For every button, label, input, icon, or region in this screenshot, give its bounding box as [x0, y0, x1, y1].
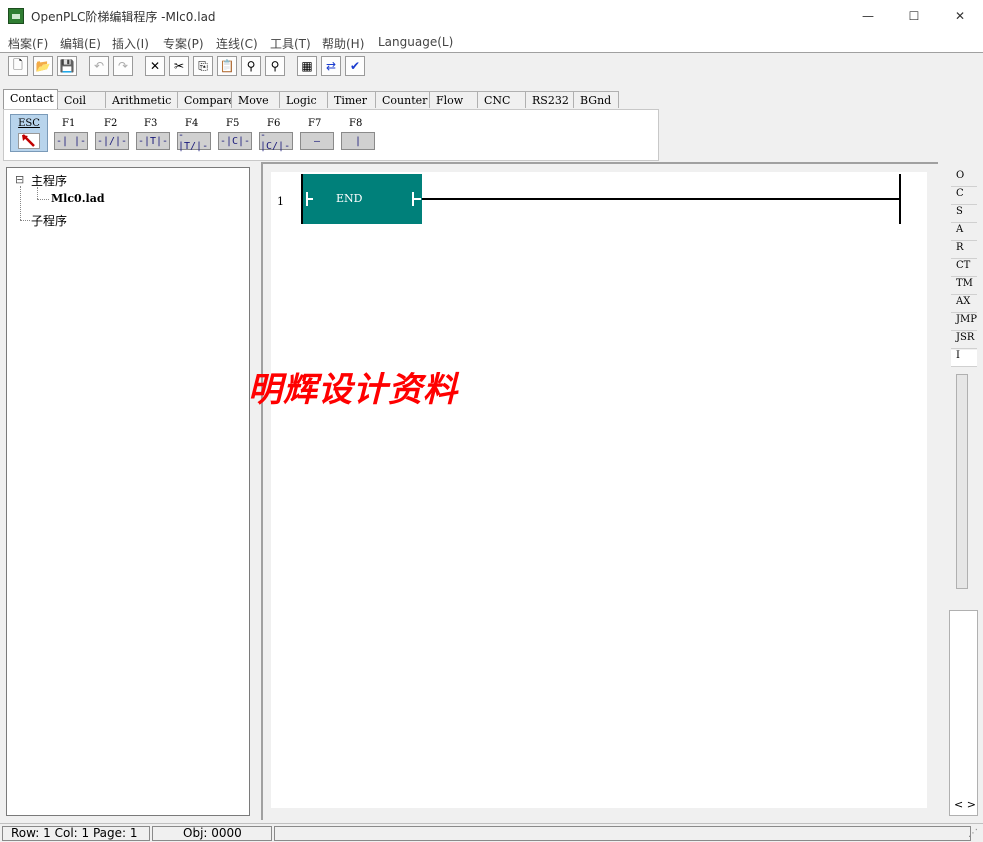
- tab-contact[interactable]: Contact: [3, 89, 58, 109]
- key-f1-label: F1: [62, 118, 76, 129]
- paste-icon[interactable]: 📋: [217, 56, 237, 76]
- menu-help[interactable]: 帮助(H): [322, 35, 364, 52]
- tree-connector: [37, 187, 39, 199]
- tab-bgnd[interactable]: BGnd: [573, 91, 619, 108]
- window-title: OpenPLC阶梯编辑程序 -Mlc0.lad: [31, 10, 216, 24]
- tree-item-main-file[interactable]: Mlc0.lad: [51, 192, 105, 205]
- side-item-c[interactable]: C: [951, 188, 977, 205]
- copy-icon[interactable]: ⎘: [193, 56, 213, 76]
- menu-insert[interactable]: 插入(I): [112, 35, 149, 52]
- status-position: Row: 1 Col: 1 Page: 1: [2, 826, 150, 841]
- tree-connector: [37, 199, 49, 201]
- rung-wire: [422, 198, 901, 200]
- menu-edit[interactable]: 编辑(E): [60, 35, 101, 52]
- horizontal-line-button[interactable]: —: [300, 132, 334, 150]
- compile-icon[interactable]: ▦: [297, 56, 317, 76]
- new-file-icon[interactable]: 🗋: [8, 56, 28, 76]
- side-item-jsr[interactable]: JSR: [951, 332, 977, 349]
- resize-grip-icon[interactable]: ⋰: [968, 828, 978, 839]
- find-icon[interactable]: ⚲: [241, 56, 261, 76]
- contact-nc-button[interactable]: -|/|-: [95, 132, 129, 150]
- esc-label: ESC: [18, 118, 40, 129]
- project-tree: ⊟ 主程序 Mlc0.lad 子程序: [6, 167, 250, 816]
- toolbar: 🗋 📂 💾 ↶ ↷ ✕ ✂ ⎘ 📋 ⚲ ⚲ ▦ ⇄ ✔: [0, 53, 983, 83]
- menu-connect[interactable]: 连线(C): [216, 35, 258, 52]
- tab-cnc[interactable]: CNC: [477, 91, 526, 108]
- tab-flow[interactable]: Flow: [429, 91, 478, 108]
- side-item-ct[interactable]: CT: [951, 260, 977, 277]
- side-scrollbar[interactable]: [956, 374, 968, 589]
- tree-item-sub-program[interactable]: 子程序: [31, 212, 67, 229]
- tab-rs232[interactable]: RS232: [525, 91, 574, 108]
- menu-project[interactable]: 专案(P): [163, 35, 204, 52]
- contact-no-button[interactable]: -| |-: [54, 132, 88, 150]
- key-f5-label: F5: [226, 118, 240, 129]
- ladder-canvas[interactable]: [271, 172, 927, 808]
- collapse-icon[interactable]: ⊟: [15, 173, 24, 186]
- tab-timer[interactable]: Timer: [327, 91, 376, 108]
- side-item-i[interactable]: I: [951, 350, 977, 367]
- key-f6-label: F6: [267, 118, 281, 129]
- key-f7-label: F7: [308, 118, 322, 129]
- close-button[interactable]: ✕: [937, 0, 983, 32]
- menu-tools[interactable]: 工具(T): [270, 35, 311, 52]
- tab-move[interactable]: Move: [231, 91, 280, 108]
- timer-contact-button[interactable]: -|T|-: [136, 132, 170, 150]
- cut-icon[interactable]: ✂: [169, 56, 189, 76]
- key-f4-label: F4: [185, 118, 199, 129]
- instruction-tabs: Contact Coil Arithmetic Compare Move Log…: [0, 89, 983, 109]
- status-bar: Row: 1 Col: 1 Page: 1 Obj: 0000 ⋰: [0, 823, 983, 842]
- verify-icon[interactable]: ✔: [345, 56, 365, 76]
- tab-counter[interactable]: Counter: [375, 91, 430, 108]
- pointer-arrow-icon: [18, 133, 40, 149]
- status-object: Obj: 0000: [152, 826, 272, 841]
- key-f8-label: F8: [349, 118, 363, 129]
- open-folder-icon[interactable]: 📂: [33, 56, 53, 76]
- esc-select-button[interactable]: ESC: [10, 114, 48, 152]
- timer-nc-contact-button[interactable]: -|T/|-: [177, 130, 211, 152]
- undo-icon[interactable]: ↶: [89, 56, 109, 76]
- tree-connector: [20, 186, 22, 220]
- tab-coil[interactable]: Coil: [57, 91, 106, 108]
- side-detail-panel: < >: [949, 610, 978, 816]
- counter-nc-contact-button[interactable]: -|C/|-: [259, 130, 293, 152]
- delete-icon[interactable]: ✕: [145, 56, 165, 76]
- app-icon: [8, 8, 24, 24]
- watermark-text: 明辉设计资料: [248, 370, 458, 410]
- menu-file[interactable]: 档案(F): [8, 35, 48, 52]
- instruction-palette: ESC F1 -| |- F2 -|/|- F3 -|T|- F4 -|T/|-…: [3, 109, 659, 161]
- vertical-line-button[interactable]: |: [341, 132, 375, 150]
- right-power-rail: [899, 174, 901, 224]
- end-label: END: [336, 192, 363, 205]
- counter-contact-button[interactable]: -|C|-: [218, 132, 252, 150]
- redo-icon[interactable]: ↷: [113, 56, 133, 76]
- save-icon[interactable]: 💾: [57, 56, 77, 76]
- replace-icon[interactable]: ⚲: [265, 56, 285, 76]
- tree-connector: [20, 220, 30, 222]
- tab-arithmetic[interactable]: Arithmetic: [105, 91, 178, 108]
- tab-compare[interactable]: Compare: [177, 91, 235, 108]
- tab-logic[interactable]: Logic: [279, 91, 328, 108]
- minimize-button[interactable]: —: [845, 0, 891, 32]
- side-item-jmp[interactable]: JMP: [951, 314, 977, 331]
- key-f3-label: F3: [144, 118, 158, 129]
- side-item-o[interactable]: O: [951, 170, 977, 187]
- element-type-list: O C S A R CT TM AX JMP JSR I: [951, 170, 978, 367]
- maximize-button[interactable]: ☐: [891, 0, 937, 32]
- menu-language[interactable]: Language(L): [378, 35, 453, 49]
- side-scroll-arrows[interactable]: < >: [954, 798, 976, 811]
- side-item-ax[interactable]: AX: [951, 296, 977, 313]
- title-bar: OpenPLC阶梯编辑程序 -Mlc0.lad — ☐ ✕: [0, 0, 983, 32]
- side-item-s[interactable]: S: [951, 206, 977, 223]
- end-instruction[interactable]: END: [303, 174, 422, 224]
- side-item-a[interactable]: A: [951, 224, 977, 241]
- key-f2-label: F2: [104, 118, 118, 129]
- side-item-r[interactable]: R: [951, 242, 977, 259]
- transfer-icon[interactable]: ⇄: [321, 56, 341, 76]
- side-item-tm[interactable]: TM: [951, 278, 977, 295]
- menu-bar: 档案(F) 编辑(E) 插入(I) 专案(P) 连线(C) 工具(T) 帮助(H…: [0, 32, 983, 52]
- status-empty: [274, 826, 971, 841]
- rung-number: 1: [277, 195, 284, 208]
